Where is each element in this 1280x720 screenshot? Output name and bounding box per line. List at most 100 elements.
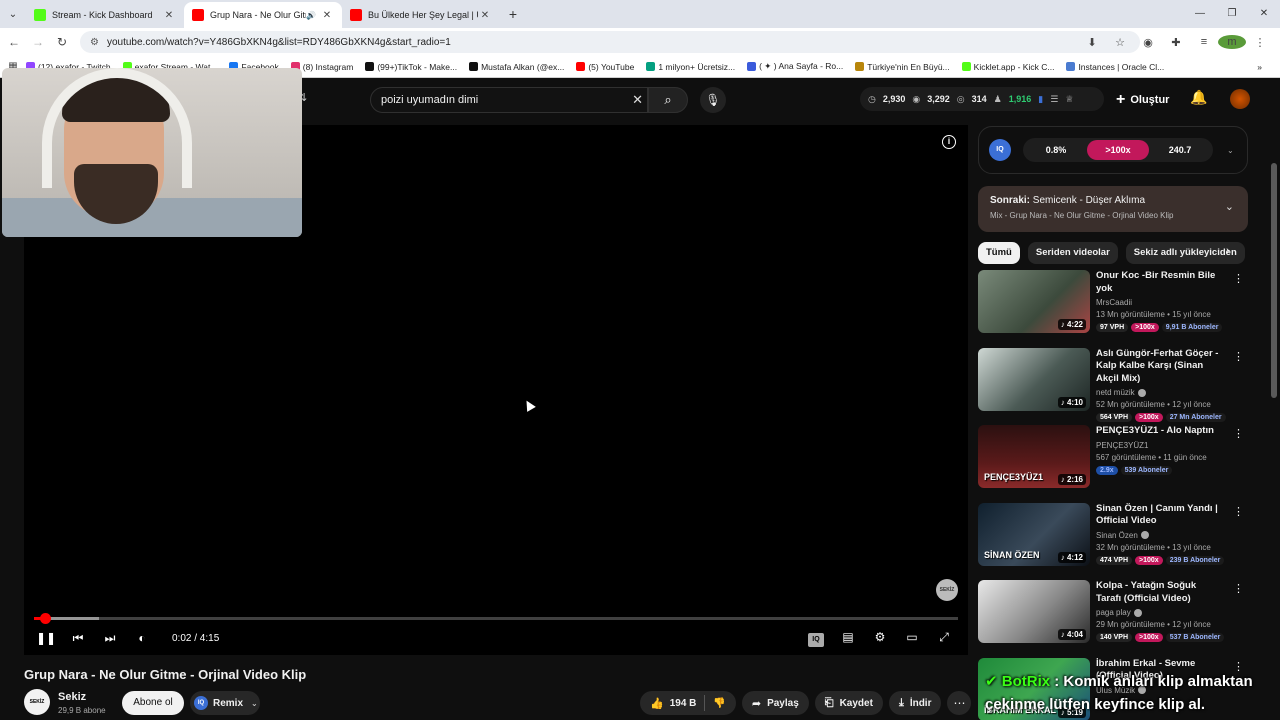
iq-metric[interactable]: 240.7 [1149, 140, 1211, 160]
remix-button[interactable]: IQ Remix ⌄ [190, 691, 260, 715]
video-thumbnail[interactable]: ♪ 4:04 [978, 580, 1090, 643]
more-options-icon[interactable]: ⋮ [1233, 350, 1244, 363]
tab-youtube-other[interactable]: Bu Ülkede Her Şey Legal | Urug ✕ [342, 2, 500, 28]
puzzle-icon[interactable]: ✚ [1162, 36, 1190, 49]
user-avatar[interactable] [1230, 89, 1250, 109]
theater-mode-icon[interactable]: ▭ [896, 630, 928, 647]
recommendation-item[interactable]: PENÇE3YÜZ1 ♪ 2:16 PENÇE3YÜZ1 - Alo Naptın P… [978, 425, 1248, 493]
media-icon[interactable]: ≡ [1190, 36, 1218, 48]
more-options-icon[interactable]: ⋮ [1233, 582, 1244, 595]
bookmark-item[interactable]: 1 milyon+ Ücretsiz... [646, 62, 735, 72]
back-icon[interactable]: ← [2, 35, 26, 49]
minimize-icon[interactable]: — [1184, 0, 1216, 28]
bell-icon[interactable]: 🔔 [1190, 89, 1207, 106]
menu-icon[interactable]: ⋮ [1246, 36, 1274, 49]
tab-search-icon[interactable]: ⌄ [0, 0, 26, 28]
chevron-down-icon[interactable]: ⌄ [1225, 200, 1234, 213]
chip-series[interactable]: Seriden videolar [1027, 242, 1118, 264]
settings-icon[interactable]: ⚙ [864, 630, 896, 647]
volume-icon[interactable]: ◐ [126, 631, 158, 645]
new-tab-button[interactable]: + [500, 6, 526, 22]
voice-search-button[interactable]: 🎙 [700, 87, 726, 113]
close-tab-icon[interactable]: ✕ [478, 10, 492, 21]
tab-kick-dashboard[interactable]: Stream - Kick Dashboard ✕ [26, 2, 184, 28]
video-title[interactable]: Sinan Özen | Canım Yandı | Official Vide… [1096, 503, 1220, 528]
recommendation-item[interactable]: SİNAN ÖZEN ♪ 4:12 Sinan Özen | Canım Yandı… [978, 502, 1248, 571]
channel-name[interactable]: netd müzik [1096, 388, 1226, 397]
channel-watermark[interactable]: SEKİZ [936, 579, 958, 601]
extension-icon[interactable]: ◉ [1134, 36, 1162, 49]
channel-name[interactable]: MrsCaadii [1096, 298, 1226, 307]
recommendation-item[interactable]: ♪ 4:22 Onur Koc -Bir Resmin Bile yok MrsCa… [978, 270, 1248, 338]
more-options-icon[interactable]: ⋮ [1233, 427, 1244, 440]
url-field[interactable]: ⚙ youtube.com/watch?v=Y486GbXKN4g&list=R… [80, 31, 1140, 53]
download-button[interactable]: ⤓ İndir [888, 691, 942, 715]
search-input[interactable]: poizi uyumadın dimi ✕ [370, 87, 648, 113]
video-thumbnail[interactable]: PENÇE3YÜZ1 ♪ 2:16 [978, 425, 1090, 488]
next-icon[interactable]: ⏭ [94, 631, 126, 646]
like-count[interactable]: 194 B [670, 698, 697, 709]
more-options-icon[interactable]: ⋮ [1233, 272, 1244, 285]
site-info-icon[interactable]: ⚙ [90, 37, 99, 48]
chevron-down-icon[interactable]: ⌄ [1227, 146, 1234, 155]
info-icon[interactable]: i [942, 135, 956, 149]
scrollbar[interactable] [1271, 163, 1277, 398]
trophy-icon[interactable]: ♕ [1065, 94, 1073, 105]
more-actions-button[interactable]: ⋯ [947, 691, 972, 715]
pause-icon[interactable]: ❚❚ [30, 631, 62, 645]
bookmark-item[interactable]: Mustafa Alkan (@ex... [469, 62, 564, 72]
forward-icon[interactable]: → [26, 35, 50, 49]
recommendation-item[interactable]: ♪ 4:10 Aslı Güngör-Ferhat Göçer - Kalp Ka… [978, 347, 1248, 422]
more-options-icon[interactable]: ⋮ [1233, 660, 1244, 673]
clear-search-icon[interactable]: ✕ [632, 92, 643, 108]
search-button[interactable]: ⌕ [648, 87, 688, 113]
chevron-right-icon[interactable]: › [1226, 245, 1230, 257]
channel-name[interactable]: Sekiz [58, 691, 86, 703]
channel-name[interactable]: PENÇE3YÜZ1 [1096, 441, 1226, 450]
video-title[interactable]: Kolpa - Yatağın Soğuk Tarafı (Official V… [1096, 580, 1220, 605]
create-button[interactable]: + Oluştur [1116, 87, 1169, 113]
close-window-icon[interactable]: ✕ [1248, 0, 1280, 28]
profile-avatar[interactable]: m [1218, 35, 1246, 49]
tab-youtube-video[interactable]: Grup Nara - Ne Olur Gitme 🔊 ✕ [184, 2, 342, 28]
fullscreen-icon[interactable]: ⤢ [928, 630, 960, 647]
bookmark-item[interactable]: Türkiye'nin En Büyü... [855, 62, 950, 72]
chip-all[interactable]: Tümü [978, 242, 1020, 264]
video-title[interactable]: Aslı Güngör-Ferhat Göçer - Kalp Kalbe Ka… [1096, 348, 1220, 386]
bookmark-item[interactable]: Kicklet.app - Kick C... [961, 62, 1054, 72]
bookmark-item[interactable]: Instances | Oracle Cl... [1066, 62, 1164, 72]
channel-avatar[interactable]: SEKİZ [24, 689, 50, 715]
close-tab-icon[interactable]: ✕ [320, 10, 334, 21]
bookmark-item[interactable]: ( ✦ ) Ana Sayfa - Ro... [747, 61, 843, 72]
up-next-panel[interactable]: Sonraki: Semicenk - Düşer Aklıma Mix - G… [978, 186, 1248, 232]
reload-icon[interactable]: ↻ [50, 35, 74, 49]
bookmark-star-icon[interactable]: ☆ [1106, 36, 1134, 49]
chart-icon[interactable]: ▮ [1038, 94, 1043, 105]
share-button[interactable]: ➦ Paylaş [741, 691, 809, 715]
iq-metric[interactable]: 0.8% [1025, 140, 1087, 160]
bookmark-item[interactable]: (99+)TikTok - Make... [365, 62, 457, 72]
video-thumbnail[interactable]: ♪ 4:10 [978, 347, 1090, 411]
video-thumbnail[interactable]: SİNAN ÖZEN ♪ 4:12 [978, 502, 1090, 566]
channel-name[interactable]: Sinan Özen [1096, 531, 1226, 540]
progress-bar[interactable] [34, 613, 958, 624]
scrubber-knob[interactable] [40, 613, 52, 624]
install-icon[interactable]: ⬇ [1078, 36, 1106, 49]
bookmarks-overflow-icon[interactable]: » [1257, 62, 1262, 72]
video-title[interactable]: Onur Koc -Bir Resmin Bile yok [1096, 270, 1220, 295]
channel-name[interactable]: paga play [1096, 608, 1226, 617]
recommendation-item[interactable]: ♪ 4:04 Kolpa - Yatağın Soğuk Tarafı (Offi… [978, 580, 1248, 648]
thumbs-up-icon[interactable]: 👍 [650, 697, 664, 710]
video-title[interactable]: PENÇE3YÜZ1 - Alo Naptın [1096, 425, 1220, 438]
thumbs-down-icon[interactable]: 👎 [713, 698, 735, 709]
iq-extension-icon[interactable]: IQ [800, 630, 832, 647]
previous-icon[interactable]: ⏮ [62, 631, 94, 646]
bookmark-item[interactable]: (5) YouTube [576, 62, 634, 72]
video-thumbnail[interactable]: ♪ 4:22 [978, 270, 1090, 333]
list-icon[interactable]: ☰ [1050, 94, 1058, 105]
save-button[interactable]: ⎗ Kaydet [814, 691, 883, 715]
subtitles-icon[interactable]: ▤ [832, 630, 864, 647]
iq-metric[interactable]: >100x [1087, 140, 1149, 160]
restore-icon[interactable]: ❐ [1216, 0, 1248, 28]
subscribe-button[interactable]: Abone ol [122, 691, 184, 715]
